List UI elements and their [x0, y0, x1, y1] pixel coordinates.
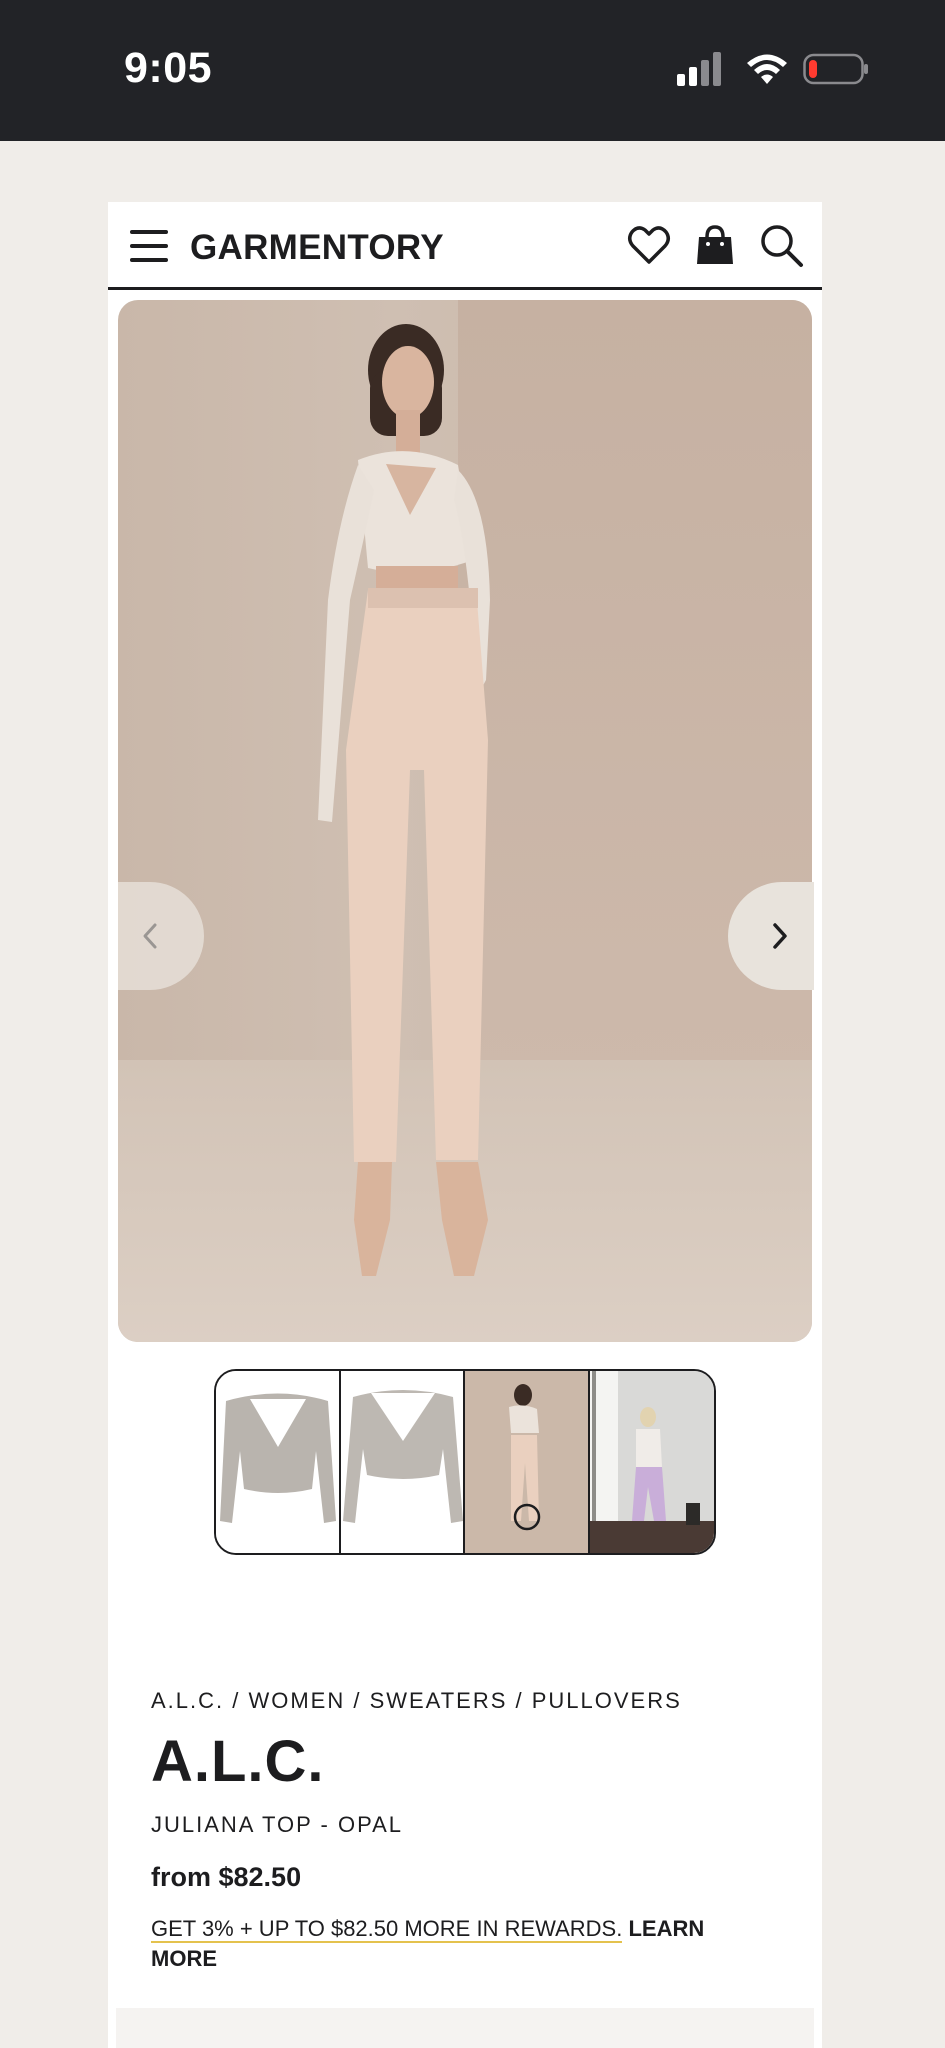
product-page-card: GARMENTORY A.L.C. / WOMEN / SWEATERS / P…	[108, 202, 822, 2048]
breadcrumb[interactable]: A.L.C. / WOMEN / SWEATERS / PULLOVERS	[151, 1688, 682, 1714]
thumbnail-2[interactable]	[340, 1371, 465, 1553]
battery-low-icon	[803, 53, 868, 85]
model-photo	[318, 324, 490, 1276]
bottom-panel	[116, 2008, 814, 2048]
chevron-left-icon	[143, 923, 157, 949]
status-bar: 9:05	[0, 0, 945, 141]
search-icon[interactable]	[758, 222, 804, 268]
status-time: 9:05	[124, 44, 213, 92]
product-name: JULIANA TOP - OPAL	[151, 1812, 404, 1837]
rewards-banner: GET 3% + UP TO $82.50 MORE IN REWARDS. L…	[151, 1914, 751, 1974]
thumbnail-strip	[214, 1369, 716, 1555]
rewards-text: GET 3% + UP TO $82.50 MORE IN REWARDS.	[151, 1916, 623, 1943]
shopping-bag-icon[interactable]	[692, 222, 738, 268]
site-header: GARMENTORY	[108, 202, 822, 290]
cellular-signal-icon	[677, 52, 721, 86]
hamburger-menu-icon[interactable]	[130, 228, 168, 264]
wifi-icon	[747, 54, 787, 84]
product-price: from $82.50	[151, 1862, 302, 1892]
product-main-image	[118, 300, 812, 1342]
site-logo[interactable]: GARMENTORY	[190, 228, 444, 268]
product-brand[interactable]: A.L.C.	[151, 1728, 325, 1795]
thumbnail-4[interactable]	[589, 1371, 714, 1553]
heart-icon[interactable]	[626, 222, 672, 268]
chevron-right-icon	[773, 923, 787, 949]
thumbnail-1[interactable]	[216, 1371, 341, 1553]
thumbnail-3-selected[interactable]	[465, 1371, 590, 1553]
